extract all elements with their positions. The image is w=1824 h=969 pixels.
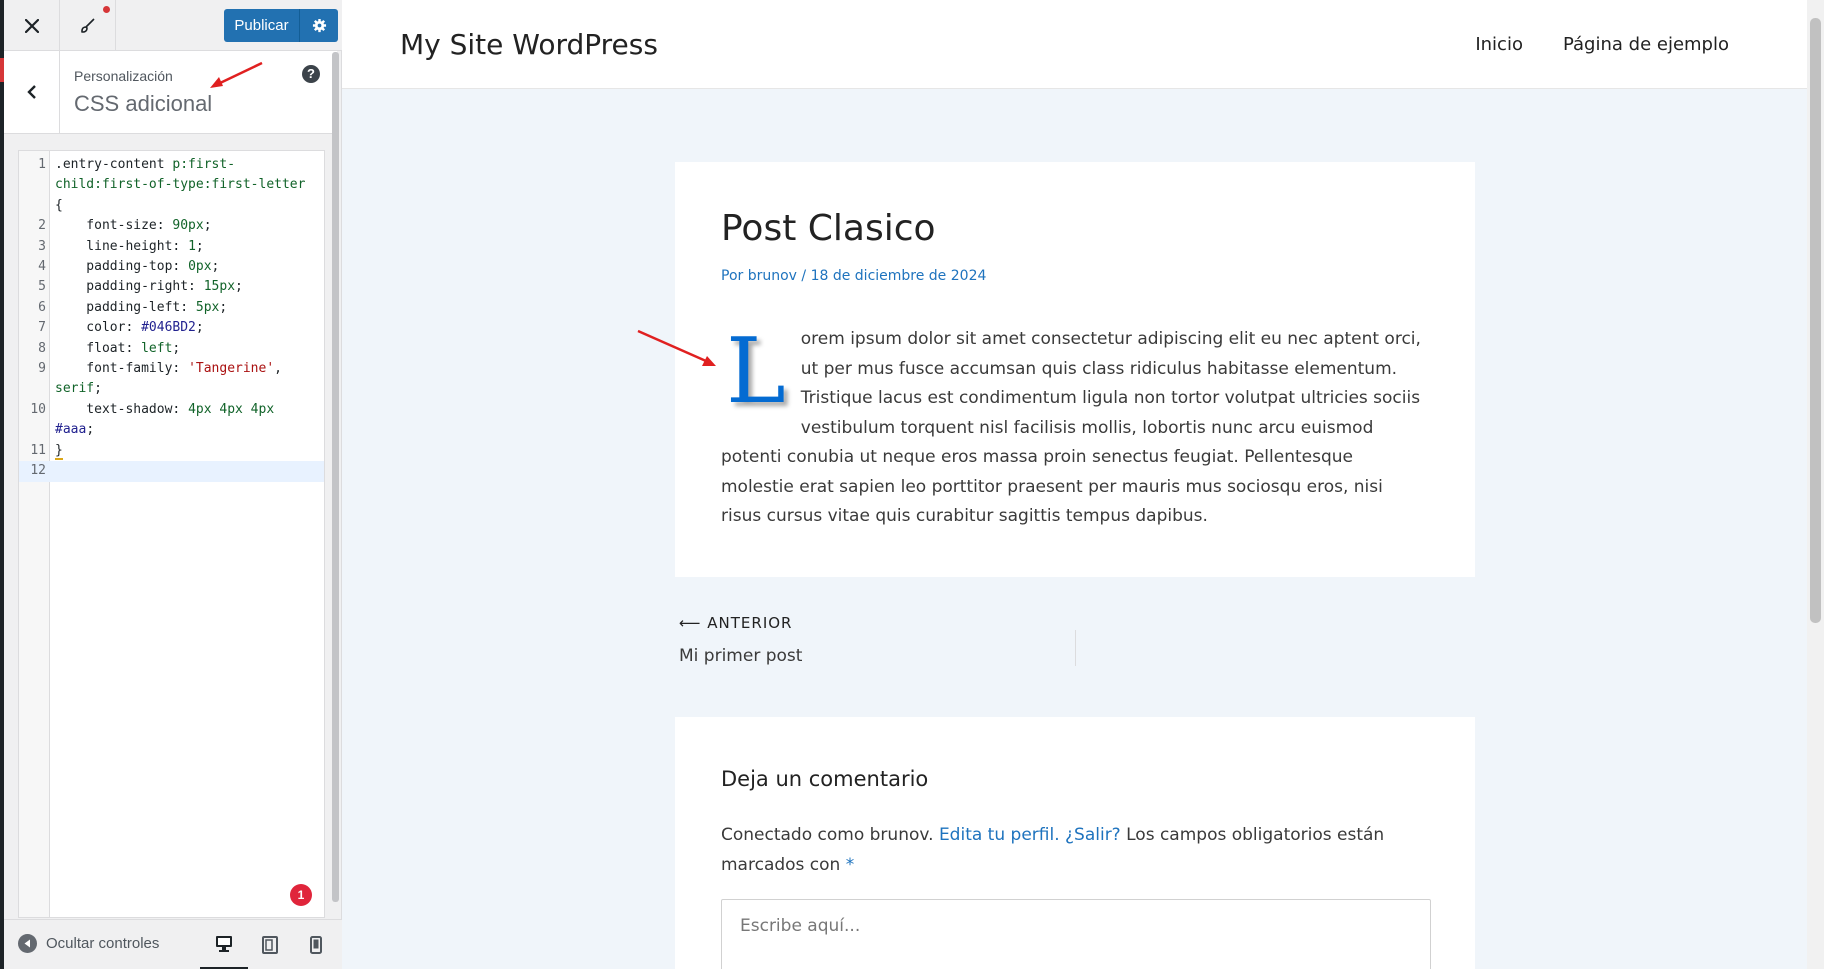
post-body: Lorem ipsum dolor sit amet consectetur a… <box>721 325 1421 532</box>
customizer-panel: Publicar Personalización CSS adicional ?… <box>4 0 342 969</box>
mobile-icon <box>310 936 322 954</box>
nav-item-pagina-ejemplo[interactable]: Página de ejemplo <box>1563 34 1729 55</box>
styles-button[interactable] <box>60 0 116 51</box>
code-line-active[interactable]: 12 <box>19 461 324 482</box>
drop-cap: L <box>726 319 786 424</box>
code-line[interactable]: 5 padding-right: 15px; <box>19 277 324 297</box>
logout-link[interactable]: ¿Salir? <box>1065 825 1121 845</box>
code-line[interactable]: 10 text-shadow: 4px 4px 4px <box>19 400 324 420</box>
close-icon <box>24 18 39 33</box>
help-icon[interactable]: ? <box>302 65 320 83</box>
code-line[interactable]: serif; <box>19 379 324 399</box>
unsaved-indicator <box>103 6 110 13</box>
desktop-preview-button[interactable] <box>200 920 248 969</box>
chevron-left-icon <box>26 85 36 99</box>
customizer-footer: Ocultar controles <box>4 919 342 969</box>
back-button[interactable] <box>4 51 60 133</box>
code-line[interactable]: 4 padding-top: 0px; <box>19 257 324 277</box>
logged-in-text: Conectado como brunov. <box>721 825 934 845</box>
customizer-topbar: Publicar <box>4 0 342 51</box>
section-header: Personalización CSS adicional ? <box>4 51 337 134</box>
publish-settings-button[interactable] <box>300 9 338 42</box>
code-line[interactable]: { <box>19 196 324 216</box>
code-line[interactable]: #aaa; <box>19 420 324 440</box>
gear-icon <box>312 18 326 33</box>
post-nav-divider <box>1075 630 1076 666</box>
site-title[interactable]: My Site WordPress <box>400 28 658 61</box>
edit-profile-link[interactable]: Edita tu perfil. <box>939 825 1060 845</box>
code-line[interactable]: 3 line-height: 1; <box>19 237 324 257</box>
required-mark: * <box>845 854 855 875</box>
post-meta[interactable]: Por brunov / 18 de diciembre de 2024 <box>721 268 986 284</box>
hide-controls-button[interactable]: Ocultar controles <box>18 934 159 953</box>
tablet-icon <box>262 936 278 954</box>
brush-icon <box>80 17 95 33</box>
code-line[interactable]: 2 font-size: 90px; <box>19 216 324 236</box>
collapse-icon <box>18 934 37 953</box>
code-line[interactable]: 8 float: left; <box>19 339 324 359</box>
post-navigation: ⟵ ANTERIOR Mi primer post <box>675 612 1475 672</box>
hide-controls-label[interactable]: Ocultar controles <box>46 935 159 952</box>
comment-card: Deja un comentario Conectado como brunov… <box>675 717 1475 969</box>
logged-in-notice: Conectado como brunov. Edita tu perfil. … <box>721 821 1431 880</box>
section-title: CSS adicional <box>74 91 213 116</box>
code-line[interactable]: 9 font-family: 'Tangerine', <box>19 359 324 379</box>
primary-nav: Inicio Página de ejemplo <box>1475 34 1729 55</box>
publish-label[interactable]: Publicar <box>224 9 300 42</box>
breadcrumb: Personalización <box>74 68 173 84</box>
publish-button[interactable]: Publicar <box>224 9 338 42</box>
post-body-text: orem ipsum dolor sit amet consectetur ad… <box>721 329 1421 526</box>
code-line[interactable]: 6 padding-left: 5px; <box>19 298 324 318</box>
code-lines[interactable]: 1 .entry-content p:first- child:first-of-… <box>19 155 324 482</box>
site-header: My Site WordPress Inicio Página de ejemp… <box>342 0 1807 89</box>
code-line[interactable]: 7 color: #046BD2; <box>19 318 324 338</box>
previous-post-label[interactable]: ⟵ ANTERIOR <box>679 614 792 632</box>
code-line[interactable]: 11} <box>19 441 324 461</box>
post-card: Post Clasico Por brunov / 18 de diciembr… <box>675 162 1475 577</box>
preview-scroll-thumb[interactable] <box>1810 18 1821 623</box>
code-line[interactable]: 1 .entry-content p:first- <box>19 155 324 175</box>
error-count-badge[interactable]: 1 <box>290 884 312 906</box>
comment-title: Deja un comentario <box>721 767 929 791</box>
css-code-editor[interactable]: 1 .entry-content p:first- child:first-of-… <box>18 150 325 918</box>
code-line[interactable]: child:first-of-type:first-letter <box>19 175 324 195</box>
site-preview: My Site WordPress Inicio Página de ejemp… <box>342 0 1807 969</box>
panel-scrollbar[interactable] <box>332 52 339 902</box>
preview-scrollbar[interactable] <box>1807 0 1824 969</box>
desktop-icon <box>216 936 232 952</box>
tablet-preview-button[interactable] <box>246 920 294 969</box>
previous-post-link[interactable]: Mi primer post <box>679 646 802 666</box>
nav-item-inicio[interactable]: Inicio <box>1475 34 1523 55</box>
close-customizer-button[interactable] <box>4 0 60 51</box>
arrow-left-icon: ⟵ <box>679 614 708 632</box>
post-title: Post Clasico <box>721 208 936 249</box>
mobile-preview-button[interactable] <box>292 920 340 969</box>
comment-textarea[interactable]: Escribe aquí... <box>721 899 1431 969</box>
